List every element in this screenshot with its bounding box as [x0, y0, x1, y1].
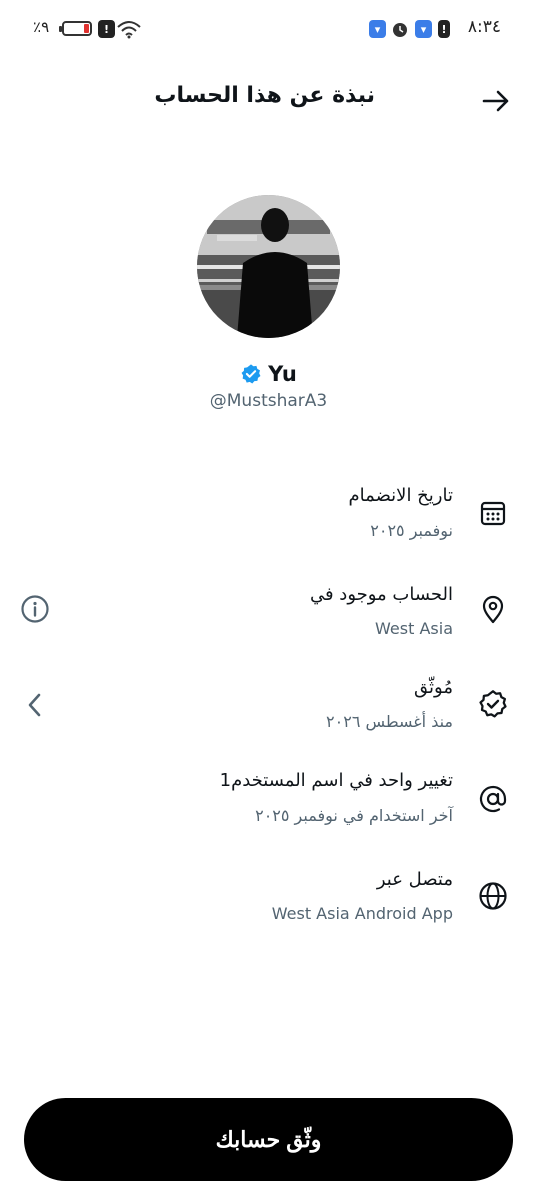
row-title-connected-via: متصل عبر: [376, 869, 453, 890]
row-subtitle-joined: نوفمبر ٢٠٢٥: [370, 521, 453, 540]
row-title-location: الحساب موجود في: [309, 584, 453, 605]
arrow-right-icon: [482, 90, 509, 112]
display-name: Yu: [268, 362, 297, 386]
row-title-verified[interactable]: مُوثّق: [414, 677, 453, 698]
wifi-icon: [117, 21, 141, 39]
row-subtitle-verified: منذ أغسطس ٢٠٢٦: [326, 712, 453, 731]
at-sign-icon: [477, 783, 509, 815]
chevron-left-icon: [28, 693, 41, 717]
notification-blue-icon: ▾: [415, 20, 432, 38]
notification-blue-icon: ▾: [369, 20, 386, 38]
avatar-image: [197, 195, 340, 338]
row-subtitle-connected-via: West Asia Android App: [271, 904, 453, 923]
avatar[interactable]: [197, 195, 340, 338]
verified-details-button[interactable]: [18, 688, 52, 722]
row-title-joined: تاريخ الانضمام: [348, 485, 453, 506]
info-button[interactable]: [18, 592, 52, 626]
battery-icon: [59, 21, 92, 36]
verified-badge-icon: [241, 364, 261, 384]
globe-icon: [477, 880, 509, 912]
row-subtitle-username-changes: آخر استخدام في نوفمبر ٢٠٢٥: [255, 806, 453, 825]
status-bar: ٪٩ ! ▾ ▾ ! ٨:٣٤: [0, 0, 537, 60]
alert-icon: !: [98, 20, 115, 38]
verify-account-button[interactable]: وثّق حسابك: [24, 1098, 513, 1181]
info-icon: [21, 595, 49, 623]
back-button[interactable]: [479, 84, 513, 118]
location-pin-icon: [477, 594, 509, 626]
row-subtitle-location: West Asia: [375, 619, 453, 638]
battery-percent: ٪٩: [33, 18, 50, 36]
alert-icon: !: [438, 20, 450, 38]
display-name-row: Yu: [0, 362, 537, 386]
page-title: نبذة عن هذا الحساب: [154, 83, 375, 108]
row-title-username-changes: تغيير واحد في اسم المستخدم1: [219, 770, 453, 791]
handle: @MustsharA3: [209, 391, 328, 411]
calendar-icon: [477, 497, 509, 529]
status-time: ٨:٣٤: [467, 17, 501, 37]
alarm-icon: [393, 23, 407, 37]
verified-outline-icon: [477, 688, 509, 720]
